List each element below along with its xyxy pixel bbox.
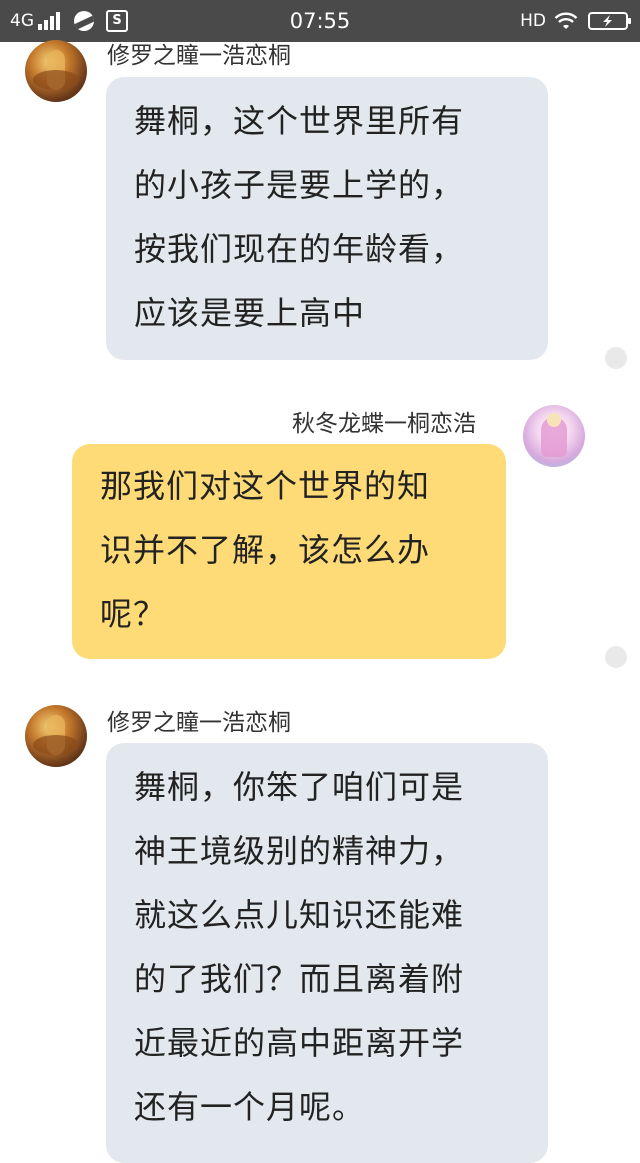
read-status-dot <box>605 646 627 668</box>
message-text-line: 呢？ <box>100 595 167 633</box>
message-text-line: 神王境级别的精神力， <box>134 832 465 870</box>
sender-name: 修罗之瞳一浩恋桐 <box>107 710 291 736</box>
message-text-line: 识并不了解，该怎么办 <box>100 531 431 569</box>
hd-indicator: HD <box>520 11 546 31</box>
message-text-line: 按我们现在的年龄看， <box>134 230 465 268</box>
sender-avatar[interactable] <box>25 40 87 102</box>
message-text-line: 还有一个月呢。 <box>134 1088 366 1126</box>
message-text-line: 近最近的高中距离开学 <box>134 1024 465 1062</box>
status-bar: 07:55 4G S HD <box>0 0 640 42</box>
sender-name: 修罗之瞳一浩恋桐 <box>107 43 291 69</box>
message-text-line: 的小孩子是要上学的， <box>134 166 465 204</box>
message-text-line: 的了我们？而且离着附 <box>134 960 465 998</box>
message-text-line: 舞桐，这个世界里所有 <box>134 102 465 140</box>
message-text-line: 就这么点儿知识还能难 <box>134 896 465 934</box>
message-text-line: 舞桐，你笨了咱们可是 <box>134 768 465 806</box>
s-notification-icon: S <box>106 10 128 32</box>
message-bubble[interactable]: 舞桐，这个世界里所有 的小孩子是要上学的， 按我们现在的年龄看， 应该是要上高中 <box>106 77 548 360</box>
signal-strength-icon <box>38 12 62 30</box>
message-bubble[interactable]: 舞桐，你笨了咱们可是 神王境级别的精神力， 就这么点儿知识还能难 的了我们？而且… <box>106 743 548 1163</box>
read-status-dot <box>605 347 627 369</box>
battery-icon <box>588 12 631 30</box>
app-notification-icon <box>74 11 94 31</box>
status-right: HD <box>520 0 631 42</box>
message-bubble[interactable]: 那我们对这个世界的知 识并不了解，该怎么办 呢？ <box>72 444 506 659</box>
sender-avatar[interactable] <box>523 405 585 467</box>
message-text-line: 那我们对这个世界的知 <box>100 467 431 505</box>
network-type: 4G <box>10 11 34 31</box>
wifi-icon <box>554 11 578 31</box>
message-text-line: 应该是要上高中 <box>134 294 366 332</box>
sender-name: 秋冬龙蝶一桐恋浩 <box>292 411 476 437</box>
sender-avatar[interactable] <box>25 705 87 767</box>
